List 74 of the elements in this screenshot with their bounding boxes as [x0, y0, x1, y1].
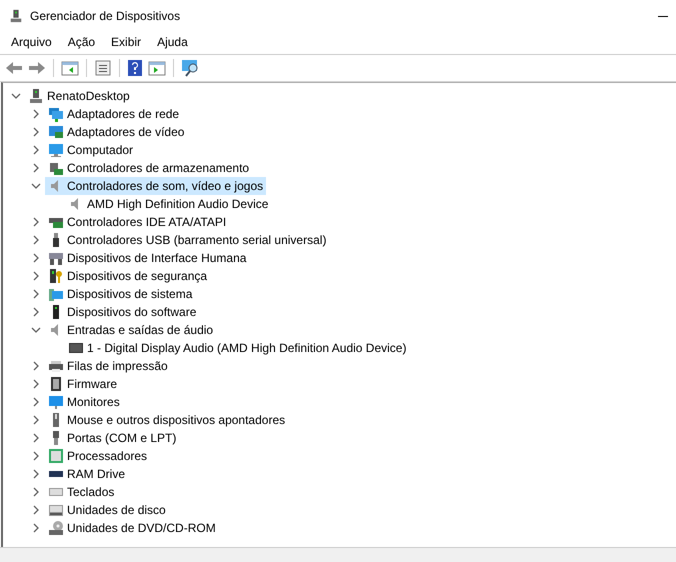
- forward-icon[interactable]: [28, 60, 46, 76]
- monitor-icon: [68, 340, 84, 356]
- help-icon[interactable]: [127, 59, 143, 77]
- expand-toggle[interactable]: [31, 127, 41, 137]
- printer-icon: [48, 358, 64, 374]
- computer-icon: [28, 88, 44, 104]
- expand-toggle[interactable]: [31, 271, 41, 281]
- expand-toggle[interactable]: [31, 289, 41, 299]
- tree-item[interactable]: Adaptadores de vídeo: [45, 123, 188, 141]
- expand-toggle[interactable]: [31, 145, 41, 155]
- expand-toggle[interactable]: [31, 235, 41, 245]
- expand-toggle[interactable]: [31, 325, 41, 335]
- menu-item[interactable]: Ajuda: [150, 35, 195, 49]
- expand-toggle[interactable]: [31, 253, 41, 263]
- expand-toggle[interactable]: [31, 361, 41, 371]
- expand-toggle[interactable]: [31, 523, 41, 533]
- expand-toggle[interactable]: [31, 451, 41, 461]
- tree-item[interactable]: Processadores: [45, 447, 150, 465]
- menu-item[interactable]: Exibir: [104, 35, 148, 49]
- storage-icon: [48, 160, 64, 176]
- tree-item[interactable]: 1 - Digital Display Audio (AMD High Definition Audio Device): [65, 339, 410, 357]
- back-icon[interactable]: [5, 60, 23, 76]
- expand-toggle[interactable]: [31, 397, 41, 407]
- menu-item[interactable]: Arquivo: [4, 35, 59, 49]
- tree-item[interactable]: Teclados: [45, 483, 118, 501]
- disc-drive-icon: [48, 520, 64, 536]
- tree-item[interactable]: Dispositivos de segurança: [45, 267, 210, 285]
- tree-item[interactable]: Dispositivos do software: [45, 303, 200, 321]
- expand-toggle[interactable]: [31, 433, 41, 443]
- app-icon: [9, 9, 23, 23]
- tree-item[interactable]: Computador: [45, 141, 136, 159]
- processor-icon: [48, 448, 64, 464]
- tree-item[interactable]: Dispositivos de sistema: [45, 285, 196, 303]
- tree-item[interactable]: Controladores USB (barramento serial universal): [45, 231, 330, 249]
- expand-toggle[interactable]: [31, 469, 41, 479]
- tree-item[interactable]: RAM Drive: [45, 465, 128, 483]
- tree-item[interactable]: Unidades de disco: [45, 501, 169, 519]
- menu-item[interactable]: Ação: [60, 35, 102, 49]
- system-icon: [48, 286, 64, 302]
- expand-toggle[interactable]: [31, 487, 41, 497]
- monitor-icon: [48, 394, 64, 410]
- window-title: Gerenciador de Dispositivos: [30, 9, 180, 23]
- network-icon: [48, 106, 64, 122]
- tree-item[interactable]: Entradas e saídas de áudio: [45, 321, 216, 339]
- tree-item[interactable]: Adaptadores de rede: [45, 105, 182, 123]
- tree-item[interactable]: Controladores IDE ATA/ATAPI: [45, 213, 230, 231]
- tree-item[interactable]: AMD High Definition Audio Device: [65, 195, 272, 213]
- tree-item[interactable]: Controladores de som, vídeo e jogos: [45, 177, 266, 195]
- tree-item[interactable]: RenatoDesktop: [25, 87, 133, 105]
- expand-toggle[interactable]: [11, 91, 21, 101]
- tree-item[interactable]: Portas (COM e LPT): [45, 429, 180, 447]
- action-pane-icon[interactable]: [148, 60, 166, 76]
- key-icon: [48, 268, 64, 284]
- tree-item[interactable]: Firmware: [45, 375, 120, 393]
- expand-toggle[interactable]: [31, 109, 41, 119]
- expand-toggle[interactable]: [31, 307, 41, 317]
- expand-toggle[interactable]: [31, 163, 41, 173]
- disk-drive-icon: [48, 502, 64, 518]
- console-tree-icon[interactable]: [61, 60, 79, 76]
- expand-toggle[interactable]: [31, 505, 41, 515]
- expand-toggle[interactable]: [31, 415, 41, 425]
- monitor-icon: [48, 142, 64, 158]
- display-adapter-icon: [48, 124, 64, 140]
- tree-item[interactable]: Controladores de armazenamento: [45, 159, 252, 177]
- expand-toggle[interactable]: [31, 181, 41, 191]
- tree-item[interactable]: Monitores: [45, 393, 123, 411]
- expand-toggle[interactable]: [31, 379, 41, 389]
- expand-toggle[interactable]: [31, 217, 41, 227]
- properties-icon[interactable]: [94, 60, 112, 76]
- tree-item[interactable]: Dispositivos de Interface Humana: [45, 249, 250, 267]
- tree-item[interactable]: Unidades de DVD/CD-ROM: [45, 519, 219, 537]
- tree-item[interactable]: Mouse e outros dispositivos apontadores: [45, 411, 288, 429]
- chip-icon: [48, 376, 64, 392]
- tree-item[interactable]: Filas de impressão: [45, 357, 171, 375]
